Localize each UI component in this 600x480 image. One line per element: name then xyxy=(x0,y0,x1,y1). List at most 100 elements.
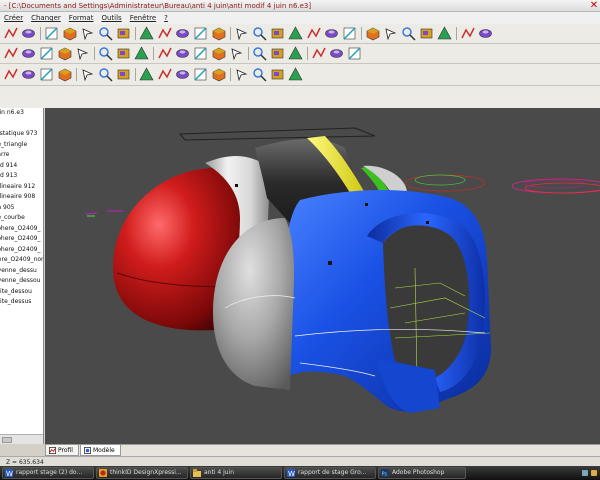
open-button[interactable] xyxy=(20,45,37,62)
light-button[interactable] xyxy=(192,25,209,42)
menu-creer[interactable]: Créer xyxy=(0,14,27,22)
zoom-button[interactable] xyxy=(20,25,37,42)
surface-button[interactable] xyxy=(20,66,37,83)
chart-button[interactable] xyxy=(56,45,73,62)
color-button[interactable] xyxy=(233,25,250,42)
tree-item[interactable]: sphere_O2409_ xyxy=(0,224,43,235)
draft-button[interactable] xyxy=(138,66,155,83)
pen-button[interactable] xyxy=(133,45,150,62)
move-button[interactable] xyxy=(418,25,435,42)
chamfer-button[interactable] xyxy=(115,66,132,83)
arrow-button[interactable] xyxy=(364,25,381,42)
tree-item[interactable]: ile_courbe xyxy=(0,213,43,224)
tree-item[interactable]: etite_dessou xyxy=(0,287,43,298)
split-button[interactable] xyxy=(174,66,191,83)
mesh-button[interactable] xyxy=(210,66,227,83)
menu-help[interactable]: ? xyxy=(160,14,172,22)
dimension-button[interactable] xyxy=(156,45,173,62)
offset-button[interactable] xyxy=(251,45,268,62)
menu-fenetre[interactable]: Fenêtre xyxy=(126,14,160,22)
cube-button[interactable] xyxy=(459,25,476,42)
patch-button[interactable] xyxy=(38,66,55,83)
analyze-button[interactable] xyxy=(251,66,268,83)
scale-button[interactable] xyxy=(436,25,453,42)
tab-profil[interactable]: Profil xyxy=(45,445,79,456)
extrude-button[interactable] xyxy=(287,45,304,62)
sweep-button[interactable] xyxy=(328,45,345,62)
menu-format[interactable]: Format xyxy=(65,14,98,22)
tree-item[interactable]: sphere_O2409_ xyxy=(0,234,43,245)
close-button[interactable] xyxy=(477,25,494,42)
bolt-button[interactable] xyxy=(97,45,114,62)
curve-button[interactable] xyxy=(287,25,304,42)
axis-button[interactable] xyxy=(79,25,96,42)
tree-item[interactable]: e lineaire 912 xyxy=(0,182,43,193)
model-tree-panel[interactable]: juin n6.e3 e statique 973 ile_triangle c… xyxy=(0,108,44,444)
taskbar-item[interactable]: W rapport stage (2) do... xyxy=(2,467,94,479)
new-button[interactable] xyxy=(2,45,19,62)
rect-button[interactable] xyxy=(323,25,340,42)
cone-button[interactable] xyxy=(174,45,191,62)
select-button[interactable] xyxy=(382,25,399,42)
taskbar-item[interactable]: W rapport de stage Gro... xyxy=(284,467,376,479)
menu-changer[interactable]: Changer xyxy=(27,14,65,22)
tree-horizontal-scrollbar[interactable] xyxy=(0,434,43,444)
measure-button[interactable] xyxy=(269,66,286,83)
menu-outils[interactable]: Outils xyxy=(97,14,125,22)
tree-item[interactable] xyxy=(0,119,43,130)
object-button[interactable] xyxy=(156,25,173,42)
layers-button[interactable] xyxy=(138,25,155,42)
sun-button[interactable] xyxy=(43,25,60,42)
export-button[interactable] xyxy=(287,66,304,83)
solid-button[interactable] xyxy=(2,66,19,83)
mirror-button[interactable] xyxy=(228,45,245,62)
boolean-button[interactable] xyxy=(156,66,173,83)
loft-button[interactable] xyxy=(56,66,73,83)
taskbar-item[interactable]: thinkID DesignXpressi... xyxy=(96,467,188,479)
tree-item[interactable]: nere_O2409_non_ xyxy=(0,255,43,266)
blend-button[interactable] xyxy=(346,45,363,62)
circle-button[interactable] xyxy=(305,25,322,42)
3d-viewport[interactable] xyxy=(45,108,600,444)
tree-item[interactable]: carre xyxy=(0,150,43,161)
circle-button[interactable] xyxy=(210,45,227,62)
render-button[interactable] xyxy=(233,66,250,83)
tree-item[interactable]: e statique 973 xyxy=(0,129,43,140)
join-button[interactable] xyxy=(192,66,209,83)
tree-item[interactable]: ord 914 xyxy=(0,161,43,172)
tree-item[interactable]: oyenne_dessou xyxy=(0,276,43,287)
taskbar-item[interactable]: anti 4 juin xyxy=(190,467,282,479)
fillet-button[interactable] xyxy=(97,66,114,83)
magnify-button[interactable] xyxy=(2,25,19,42)
shell-button[interactable] xyxy=(79,66,96,83)
scrollbar-thumb[interactable] xyxy=(2,437,12,443)
tree-button[interactable] xyxy=(38,45,55,62)
pattern-button[interactable] xyxy=(269,45,286,62)
tree-item[interactable]: ord 913 xyxy=(0,171,43,182)
loop-button[interactable] xyxy=(115,45,132,62)
3d-model-render[interactable] xyxy=(45,108,600,444)
pencil-button[interactable] xyxy=(251,25,268,42)
spline-button[interactable] xyxy=(341,25,358,42)
bucket-button[interactable] xyxy=(174,25,191,42)
tree-item[interactable]: sphere_O2409_ xyxy=(0,245,43,256)
tab-modele[interactable]: Modèle xyxy=(79,445,121,456)
fill-button[interactable] xyxy=(210,25,227,42)
rotate-button[interactable] xyxy=(97,25,114,42)
trim-button[interactable] xyxy=(400,25,417,42)
tree-item[interactable]: ile_triangle xyxy=(0,140,43,151)
revolve-button[interactable] xyxy=(310,45,327,62)
taskbar-item[interactable]: Ps Adobe Photoshop xyxy=(378,467,466,479)
line-button[interactable] xyxy=(269,25,286,42)
tree-item[interactable]: oyenne_dessu xyxy=(0,266,43,277)
sketch-button[interactable] xyxy=(74,45,91,62)
grid-button[interactable] xyxy=(115,25,132,42)
tray-volume-icon[interactable] xyxy=(591,470,597,476)
tree-item[interactable]: iin 905 xyxy=(0,203,43,214)
tray-network-icon[interactable] xyxy=(582,470,588,476)
tree-item[interactable]: etite_dessus xyxy=(0,297,43,308)
tree-item[interactable]: e lineaire 908 xyxy=(0,192,43,203)
settings-button[interactable] xyxy=(61,25,78,42)
target-button[interactable] xyxy=(192,45,209,62)
tree-item[interactable]: juin n6.e3 xyxy=(0,108,43,119)
